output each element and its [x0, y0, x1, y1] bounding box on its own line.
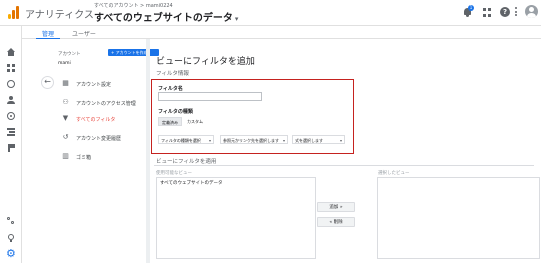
menu-item-label: すべてのフィルタ — [76, 116, 116, 123]
apps-grid-icon[interactable] — [482, 7, 493, 18]
filter-name-input[interactable] — [158, 92, 262, 101]
notifications-bell-icon[interactable]: 1 — [462, 5, 474, 18]
chevron-down-icon: ▾ — [234, 15, 239, 23]
list-item[interactable]: すべてのウェブサイトのデータ — [157, 178, 315, 188]
page-title: ビューにフィルタを追加 — [156, 57, 255, 67]
tab-user[interactable]: ユーザー — [72, 29, 96, 38]
filter-info-heading: フィルタ情報 — [156, 71, 189, 77]
home-icon[interactable] — [7, 48, 15, 56]
audience-person-icon[interactable] — [7, 96, 15, 104]
view-title: すべてのウェブサイトのデータ — [94, 13, 233, 24]
realtime-clock-icon[interactable] — [7, 80, 15, 88]
attribution-icon[interactable] — [7, 217, 15, 225]
menu-item-label: アカウント設定 — [76, 81, 112, 88]
menu-item-label: ゴミ箱 — [76, 154, 92, 161]
custom-filter-button[interactable]: カスタム — [184, 117, 206, 126]
filter-type-select[interactable]: フィルタの種類を選択 ▾ — [158, 135, 214, 144]
selected-views-label: 選択したビュー — [378, 171, 410, 176]
chevron-down-icon: ▾ — [339, 138, 342, 143]
back-arrow-icon[interactable]: ← — [41, 76, 54, 89]
remove-view-button[interactable]: « 削除 — [317, 217, 355, 227]
view-selector[interactable]: すべてのウェブサイトのデータ ▾ — [94, 9, 238, 24]
top-app-bar: アナリティクス すべてのアカウント > mami0224 すべてのウェブサイトの… — [0, 0, 541, 26]
apply-to-view-heading: ビューにフィルタを適用 — [156, 159, 217, 165]
analytics-logo-icon[interactable] — [8, 6, 20, 19]
predefined-filter-button[interactable]: 定義済み — [158, 117, 182, 126]
account-avatar[interactable] — [525, 5, 538, 18]
people-icon: ⚇ — [62, 98, 69, 106]
available-views-list[interactable]: すべてのウェブサイトのデータ — [156, 177, 316, 259]
menu-item-label: アカウントのアクセス管理 — [76, 100, 136, 107]
help-icon[interactable]: ? — [500, 7, 510, 17]
source-destination-select[interactable]: 参照元かリンク先を選択します ▾ — [220, 135, 288, 144]
selected-views-list[interactable] — [377, 177, 540, 259]
select-label: フィルタの種類を選択 — [161, 138, 201, 143]
chevron-down-icon: ▾ — [208, 138, 211, 143]
expression-select[interactable]: 式を選択します ▾ — [292, 135, 345, 144]
select-label: 参照元かリンク先を選択します — [223, 138, 279, 143]
admin-gear-icon[interactable]: ⚙ — [6, 248, 16, 259]
conversions-flag-icon[interactable] — [7, 144, 15, 152]
account-label: アカウント — [58, 52, 81, 57]
add-view-button[interactable]: 追加 » — [317, 202, 355, 212]
available-views-label: 使用可能なビュー — [156, 171, 192, 176]
select-label: 式を選択します — [295, 138, 323, 143]
admin-tabs: 管理 ユーザー — [22, 26, 541, 40]
acquisition-icon[interactable] — [7, 112, 15, 120]
history-icon: ↺ — [62, 133, 69, 141]
product-name: アナリティクス — [25, 10, 94, 21]
divider — [154, 165, 534, 166]
notification-badge: 1 — [468, 5, 474, 11]
filter-type-label: フィルタの種類 — [158, 109, 193, 115]
menu-item-label: アカウント変更履歴 — [76, 135, 122, 142]
account-selector[interactable]: mami — [58, 61, 71, 66]
tab-admin[interactable]: 管理 — [35, 29, 61, 40]
main-content: ビューにフィルタを追加 フィルタ情報 フィルタ名 フィルタの種類 定義済み カス… — [150, 39, 541, 263]
left-nav-rail: ⚙ — [0, 26, 22, 263]
behavior-icon[interactable] — [7, 128, 15, 136]
chevron-down-icon: ▾ — [282, 138, 285, 143]
filter-info-highlight-box: フィルタ名 フィルタの種類 定義済み カスタム フィルタの種類を選択 ▾ 参照元… — [151, 79, 354, 154]
customization-icon[interactable] — [7, 64, 15, 72]
more-vert-icon[interactable] — [514, 7, 518, 18]
filter-name-label: フィルタ名 — [158, 86, 183, 92]
building-icon: ▦ — [62, 79, 69, 87]
account-column: アカウント + アカウントを作成 mami ← ▦ アカウント設定 ⚇ アカウン… — [22, 39, 159, 263]
account-breadcrumb[interactable]: すべてのアカウント > mami0224 — [94, 2, 173, 9]
filter-icon: ▼ — [62, 114, 69, 122]
discover-lightbulb-icon[interactable] — [7, 234, 15, 242]
trash-icon: ▥ — [62, 152, 69, 160]
